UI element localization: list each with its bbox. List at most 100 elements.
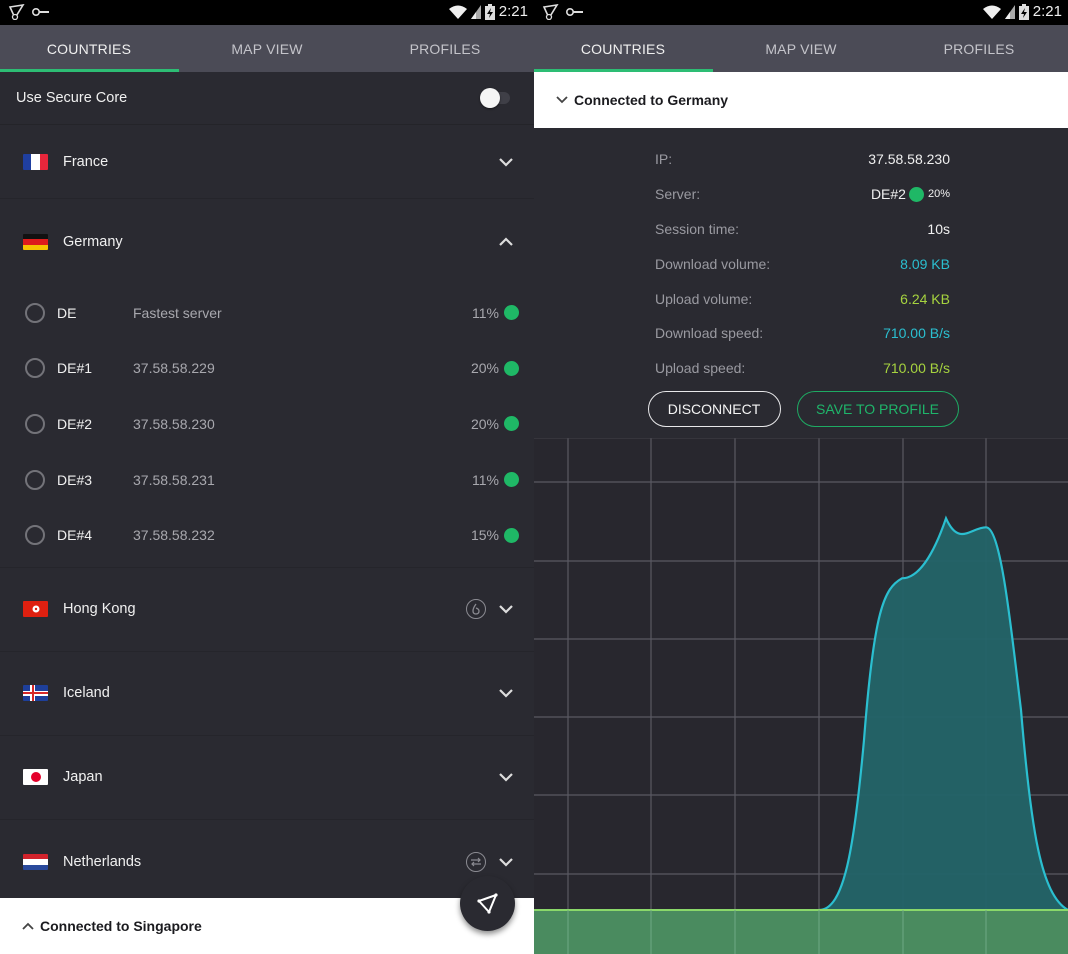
stat-upload-volume: Upload volume: 6.24 KB (534, 281, 1068, 316)
server-load: 20% (470, 360, 499, 377)
vpn-triangle-icon (8, 4, 25, 20)
server-detail: 37.58.58.230 (133, 415, 215, 432)
secure-core-row: Use Secure Core (0, 72, 534, 125)
tab-bar: COUNTRIES MAP VIEW PROFILES (0, 25, 534, 72)
flag-germany-icon (23, 234, 48, 250)
wifi-icon (982, 5, 1001, 19)
server-load: 20% (470, 415, 499, 432)
country-row-iceland[interactable]: Iceland (0, 652, 534, 736)
tab-profiles[interactable]: PROFILES (356, 25, 534, 72)
disconnect-button[interactable]: DISCONNECT (647, 390, 781, 427)
flag-iceland-icon (23, 685, 48, 702)
tab-profiles[interactable]: PROFILES (890, 25, 1068, 72)
stat-label: Upload volume: (655, 290, 753, 307)
active-tab-indicator (0, 69, 179, 72)
server-row[interactable]: DE#2 37.58.58.230 20% (0, 396, 534, 452)
server-load: 20% (927, 188, 950, 201)
upload-volume-value: 6.24 KB (900, 290, 950, 307)
server-radio[interactable] (25, 413, 45, 434)
battery-charging-icon (484, 3, 495, 20)
chevron-down-icon[interactable] (498, 604, 514, 615)
server-name: DE#1 (57, 360, 93, 377)
secure-core-toggle[interactable] (480, 88, 512, 108)
server-radio[interactable] (25, 302, 45, 323)
chevron-down-icon[interactable] (498, 772, 514, 783)
server-radio[interactable] (25, 525, 45, 546)
key-icon (566, 8, 583, 16)
germany-server-list: DE Fastest server 11% DE#1 37.58.58.229 … (0, 285, 534, 568)
signal-icon (470, 4, 481, 19)
server-load: 15% (470, 527, 499, 544)
server-row[interactable]: DE#3 37.58.58.231 11% (0, 452, 534, 508)
server-detail: 37.58.58.229 (133, 360, 215, 377)
server-row[interactable]: DE Fastest server 11% (0, 285, 534, 341)
chevron-down-icon[interactable] (498, 157, 514, 167)
upload-speed-value: 710.00 B/s (883, 360, 950, 377)
connection-status-label: Connected to Singapore (40, 918, 202, 934)
ip-value: 37.58.58.230 (868, 151, 950, 168)
save-to-profile-button[interactable]: SAVE TO PROFILE (796, 390, 959, 427)
connection-actions: DISCONNECT SAVE TO PROFILE (534, 390, 1068, 427)
key-icon (32, 8, 49, 16)
download-area (819, 518, 1068, 910)
quick-connect-button[interactable] (460, 876, 515, 931)
server-row[interactable]: DE#4 37.58.58.232 15% (0, 507, 534, 563)
status-bar: 2:21 (0, 0, 534, 25)
stat-ip: IP: 37.58.58.230 (534, 142, 1068, 177)
tab-countries[interactable]: COUNTRIES (0, 25, 178, 72)
stat-download-speed: Download speed: 710.00 B/s (534, 316, 1068, 351)
upload-area (534, 910, 1068, 954)
country-row-netherlands[interactable]: Netherlands (0, 820, 534, 904)
country-row-germany[interactable]: Germany (0, 199, 534, 285)
tab-map-view[interactable]: MAP VIEW (178, 25, 356, 72)
chevron-up-icon[interactable] (498, 237, 514, 247)
stat-server: Server: DE#2 20% (534, 177, 1068, 212)
country-row-hong-kong[interactable]: Hong Kong (0, 568, 534, 652)
tab-map-view[interactable]: MAP VIEW (712, 25, 890, 72)
connection-details-screen-right: 2:21 COUNTRIES MAP VIEW PROFILES Connect… (534, 0, 1068, 954)
chevron-down-icon[interactable] (498, 857, 514, 867)
signal-icon (1004, 4, 1015, 19)
server-radio[interactable] (25, 358, 45, 379)
flag-netherlands-icon (23, 853, 48, 870)
stat-label: Session time: (655, 220, 740, 237)
server-value: DE#2 20% (871, 186, 950, 202)
tab-countries[interactable]: COUNTRIES (534, 25, 712, 72)
vpn-triangle-icon (542, 4, 559, 20)
load-status-dot (504, 472, 519, 488)
server-name: DE#3 (57, 471, 93, 488)
active-tab-indicator (534, 69, 713, 72)
load-status-dot (504, 527, 519, 543)
flag-hong-kong-icon (23, 601, 48, 618)
load-status-dot (908, 186, 924, 202)
server-radio[interactable] (25, 469, 45, 490)
server-name: DE#4 (57, 527, 93, 544)
connection-header[interactable]: Connected to Germany (534, 72, 1068, 128)
countries-screen-left: 2:21 COUNTRIES MAP VIEW PROFILES Use Sec… (0, 0, 534, 954)
stat-session-time: Session time: 10s (534, 212, 1068, 247)
stat-label: Download speed: (655, 325, 764, 342)
country-row-japan[interactable]: Japan (0, 736, 534, 820)
chevron-up-icon (22, 922, 34, 930)
status-bar: 2:21 (534, 0, 1068, 25)
flag-japan-icon (23, 769, 48, 786)
chevron-down-icon[interactable] (498, 688, 514, 699)
stat-label: Upload speed: (655, 360, 746, 377)
country-name: Germany (63, 234, 123, 250)
server-name: DE#2 (870, 186, 906, 203)
traffic-chart-svg (534, 438, 1068, 954)
clock: 2:21 (498, 3, 528, 20)
server-row[interactable]: DE#1 37.58.58.229 20% (0, 341, 534, 397)
flag-france-icon (23, 153, 48, 170)
country-row-france[interactable]: France (0, 125, 534, 199)
server-load: 11% (472, 471, 499, 488)
session-time-value: 10s (927, 220, 950, 237)
stat-label: Download volume: (655, 255, 771, 272)
traffic-graph (534, 438, 1068, 954)
server-detail: 37.58.58.232 (133, 527, 215, 544)
load-status-dot (504, 416, 519, 432)
country-name: Iceland (63, 685, 110, 702)
tab-bar: COUNTRIES MAP VIEW PROFILES (534, 25, 1068, 72)
wifi-icon (448, 5, 467, 19)
connection-status-bar[interactable]: Connected to Singapore (0, 898, 534, 954)
